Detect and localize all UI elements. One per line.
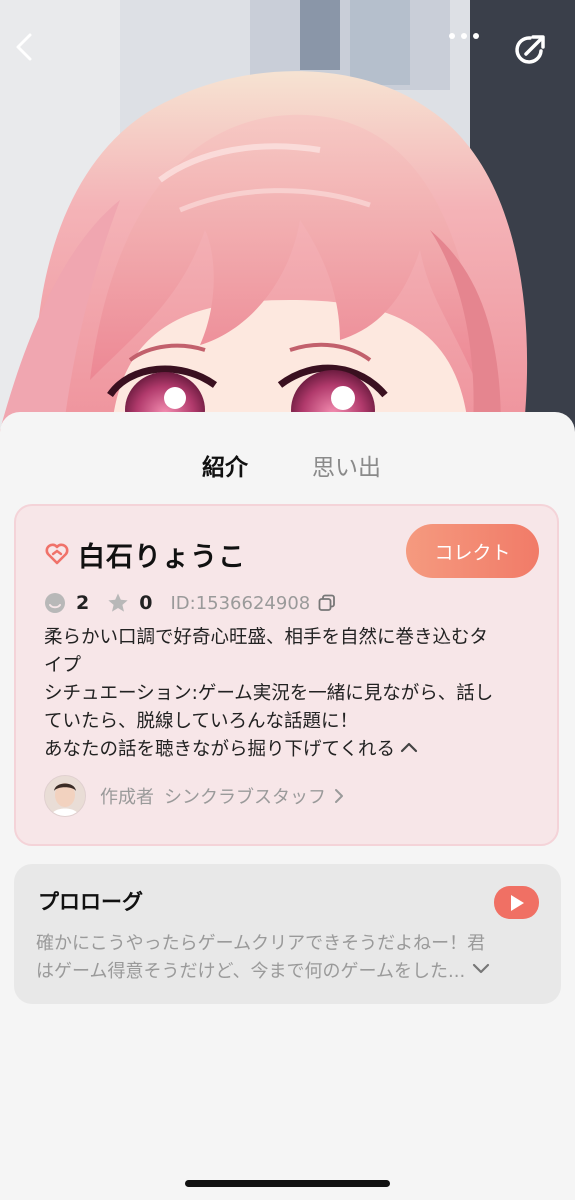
- tab-introduction[interactable]: 紹介: [202, 448, 248, 482]
- creator-link[interactable]: 作成者 シンクラブスタッフ: [44, 774, 346, 818]
- detail-sheet: 紹介 思い出 白石りょうこ コレクト 2 0 ID:1536624908 柔らか…: [0, 412, 575, 1200]
- prologue-line: はゲーム得意そうだけど、今まで何のゲームをした...: [36, 958, 532, 986]
- prologue-text: 確かにこうやったらゲームクリアできそうだよねー！君 はゲーム得意そうだけど、今ま…: [36, 930, 532, 986]
- chat-count: 2: [76, 592, 90, 614]
- heart-link-icon: [45, 543, 69, 565]
- share-icon: [515, 35, 545, 64]
- prologue-line-text: はゲーム得意そうだけど、今まで何のゲームをした...: [36, 961, 466, 982]
- prologue-card[interactable]: プロローグ 確かにこうやったらゲームクリアできそうだよねー！君 はゲーム得意そう…: [14, 864, 561, 1004]
- character-description: 柔らかい口調で好奇心旺盛、相手を自然に巻き込むタ イプ シチュエーション:ゲーム…: [44, 624, 540, 764]
- tab-memories[interactable]: 思い出: [312, 448, 381, 482]
- character-name-row: 白石りょうこ: [44, 534, 246, 574]
- more-options-button[interactable]: [448, 32, 496, 80]
- chevron-down-icon[interactable]: [471, 962, 491, 976]
- creator-label: 作成者: [100, 787, 154, 808]
- character-name: 白石りょうこ: [78, 541, 246, 573]
- chevron-left-icon: [16, 33, 32, 61]
- play-icon: [510, 894, 524, 911]
- description-line: 柔らかい口調で好奇心旺盛、相手を自然に巻き込むタ: [44, 627, 489, 648]
- description-line-text: あなたの話を聴きながら掘り下げてくれる: [44, 739, 395, 760]
- copy-icon[interactable]: [318, 594, 336, 612]
- home-indicator: [185, 1180, 390, 1187]
- character-id: ID:1536624908: [170, 592, 311, 614]
- description-line: シチュエーション:ゲーム実況を一緒に見ながら、話し: [44, 683, 494, 704]
- share-button[interactable]: [514, 32, 562, 80]
- creator-name: シンクラブスタッフ: [164, 787, 326, 808]
- description-line: あなたの話を聴きながら掘り下げてくれる: [44, 736, 540, 764]
- star-count: 0: [139, 592, 153, 614]
- ellipsis-icon: [449, 33, 479, 39]
- description-line: イプ: [44, 655, 82, 676]
- tab-bar: 紹介 思い出: [0, 448, 575, 525]
- prologue-title: プロローグ: [38, 890, 143, 914]
- character-stats: 2 0 ID:1536624908: [44, 588, 336, 618]
- chevron-up-icon[interactable]: [399, 740, 419, 754]
- creator-avatar: [44, 775, 86, 817]
- back-button[interactable]: [12, 32, 60, 80]
- play-button[interactable]: [494, 886, 539, 919]
- character-profile-card: 白石りょうこ コレクト 2 0 ID:1536624908 柔らかい口調で好奇心…: [14, 504, 559, 846]
- star-icon: [108, 593, 128, 612]
- chevron-right-icon: [335, 789, 343, 803]
- character-hero-image: [0, 0, 575, 460]
- collect-button[interactable]: コレクト: [406, 524, 539, 578]
- chat-bubble-icon: [45, 593, 65, 613]
- prologue-line: 確かにこうやったらゲームクリアできそうだよねー！君: [36, 933, 486, 954]
- description-line: ていたら、脱線していろんな話題に！: [44, 711, 358, 732]
